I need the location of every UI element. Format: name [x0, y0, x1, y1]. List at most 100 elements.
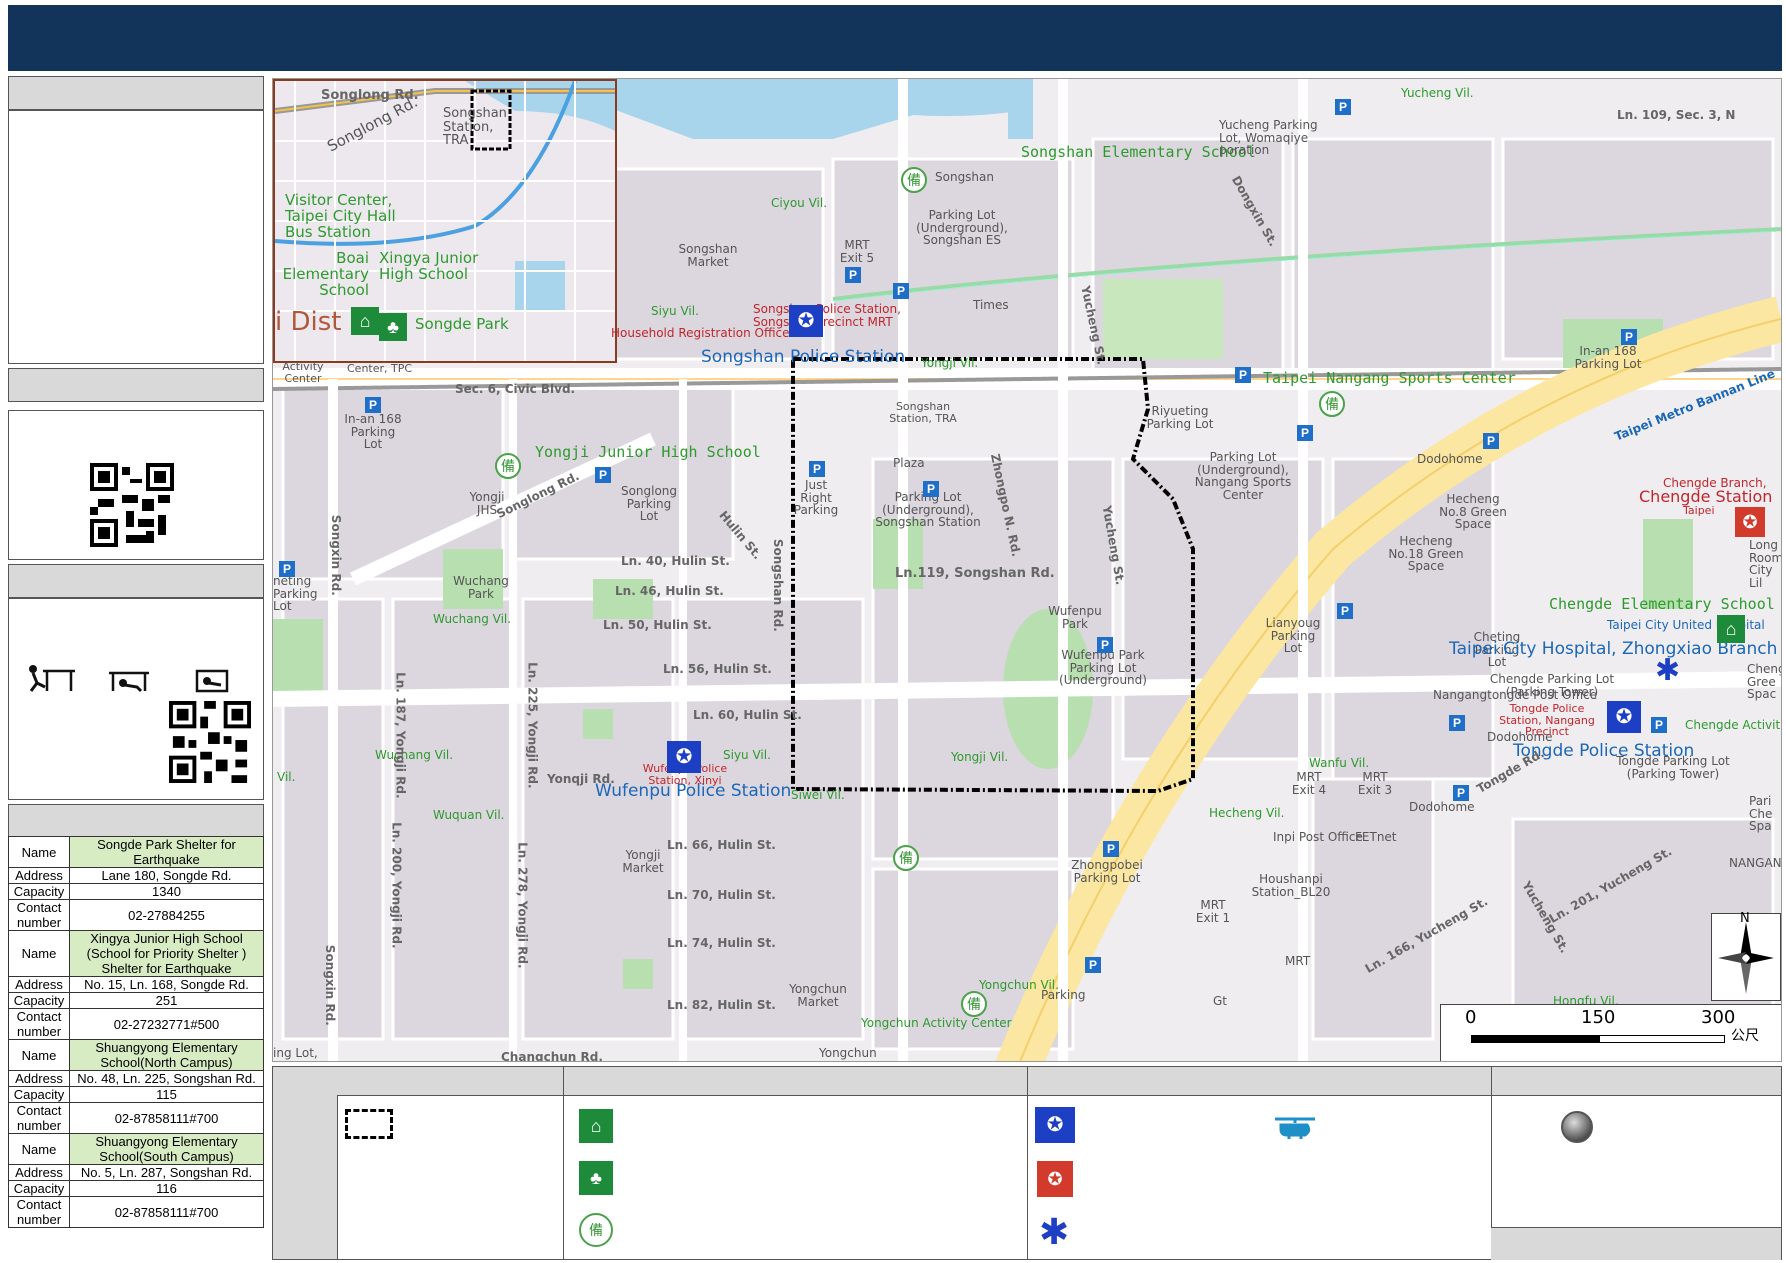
- map-label: Zhongpobei Parking Lot: [1071, 858, 1143, 885]
- map-label: Yucheng Parking Lot, Womaqiye poration: [1219, 118, 1318, 158]
- shelter-contact-label: Contact number: [8, 1196, 70, 1228]
- table-row: Contact number 02-27232771#500: [8, 1008, 264, 1040]
- map-label: Hecheng No.8 Green Space: [1439, 492, 1507, 532]
- police-icon[interactable]: ✪: [1607, 701, 1641, 733]
- parking-icon[interactable]: P: [1085, 957, 1101, 973]
- parking-icon[interactable]: P: [365, 397, 381, 413]
- map-label: MRT Exit 3: [1357, 770, 1393, 797]
- parking-icon[interactable]: P: [845, 267, 861, 283]
- fire-station-icon[interactable]: ✪: [1735, 507, 1765, 537]
- table-row: Name Xingya Junior High School (School fo…: [8, 930, 264, 977]
- parking-icon[interactable]: P: [1335, 99, 1351, 115]
- parking-icon[interactable]: P: [923, 481, 939, 497]
- inset-songde-label: Songde Park: [415, 315, 509, 333]
- boundary-icon: [345, 1109, 393, 1139]
- map-label: Chengde Elementary School: [1549, 595, 1775, 613]
- panel-drill: [8, 598, 264, 800]
- panel-header-3: [8, 564, 264, 598]
- legend-divider: [563, 1067, 564, 1259]
- helicopter-icon: [1275, 1117, 1315, 1139]
- parking-icon[interactable]: P: [1453, 785, 1469, 801]
- panel-header-1: [8, 76, 264, 110]
- shelter-contact: 02-27884255: [69, 899, 264, 931]
- map-label: Yongji Junior High School: [535, 443, 761, 461]
- road-label: Songlong Rd.: [321, 88, 419, 103]
- parking-icon[interactable]: P: [1337, 603, 1353, 619]
- map-label: Wuchang Vil.: [433, 612, 512, 626]
- map-label: Cheng Gree Spac: [1747, 662, 1782, 702]
- hospital-icon[interactable]: ✱: [1655, 653, 1680, 688]
- map-label: MRT Exit 1: [1195, 898, 1231, 925]
- table-row: Name Shuangyong Elementary School(North C…: [8, 1039, 264, 1071]
- parking-icon[interactable]: P: [1651, 717, 1667, 733]
- shelter-contact: 02-87858111#700: [69, 1102, 264, 1134]
- map-label: Times: [973, 298, 1009, 312]
- parking-icon[interactable]: P: [1297, 425, 1313, 441]
- parking-icon[interactable]: P: [1621, 329, 1637, 345]
- parking-icon[interactable]: P: [1483, 433, 1499, 449]
- map-label: NANGAN: [1729, 856, 1782, 870]
- map-label: Wuquan Vil.: [433, 808, 505, 822]
- hospital-icon: ✱: [1039, 1211, 1070, 1252]
- shelter-address: No. 48, Ln. 225, Songshan Rd.: [69, 1070, 264, 1087]
- shelter-address: No. 15, Ln. 168, Songde Rd.: [69, 976, 264, 993]
- parking-icon[interactable]: P: [1449, 715, 1465, 731]
- road-label: Ln. 60, Hulin St.: [693, 708, 802, 722]
- map-label: Hecheng No.18 Green Space: [1388, 534, 1464, 574]
- panel-qr: [8, 410, 264, 560]
- map-label: Wufenpu Park: [1048, 604, 1102, 631]
- parking-icon[interactable]: P: [1097, 637, 1113, 653]
- map-label: Ciyou Vil.: [771, 196, 828, 210]
- police-icon[interactable]: ✪: [789, 305, 823, 337]
- shelter-contact: 02-87858111#700: [69, 1196, 264, 1228]
- inset-visitor-label: Visitor Center, Taipei City Hall Bus Sta…: [285, 191, 396, 241]
- police-icon[interactable]: ✪: [667, 741, 701, 773]
- map-label: Yongchun: [819, 1046, 877, 1060]
- parking-icon[interactable]: P: [1103, 841, 1119, 857]
- parking-icon[interactable]: P: [893, 283, 909, 299]
- map-view[interactable]: Songlong Rd. Songshan Station, TRA Visit…: [272, 78, 1782, 1062]
- table-row: Address No. 15, Ln. 168, Songde Rd.: [8, 976, 264, 993]
- road-label: Ln. 40, Hulin St.: [621, 554, 730, 568]
- police-label: Tongde Police Station: [1513, 741, 1695, 761]
- qr-code-icon[interactable]: [169, 701, 251, 783]
- road-label: Ln. 109, Sec. 3, N: [1617, 108, 1736, 122]
- parking-icon[interactable]: P: [595, 467, 611, 483]
- road-label: Ln. 200, Yongji Rd.: [389, 822, 404, 949]
- evacuation-icon[interactable]: ♣: [379, 313, 407, 341]
- road-label: Ln. 82, Hulin St.: [667, 998, 776, 1012]
- bei-icon[interactable]: 備: [495, 453, 521, 479]
- map-label: Wuchang Park: [453, 574, 509, 601]
- table-row: Capacity 1340: [8, 883, 264, 900]
- map-label: Center, TPC: [347, 362, 413, 375]
- map-label: In-an 168 Parking Lot: [344, 412, 402, 452]
- qr-code-icon[interactable]: [90, 463, 174, 547]
- left-panel: Name Songde Park Shelter for Earthquake Ad…: [8, 76, 264, 1259]
- panel-header-4: [8, 804, 264, 838]
- table-row: Address No. 5, Ln. 287, Songshan Rd.: [8, 1164, 264, 1181]
- bei-icon[interactable]: 備: [901, 167, 927, 193]
- bei-icon[interactable]: 備: [961, 991, 987, 1017]
- parking-icon[interactable]: P: [279, 561, 295, 577]
- police-label: Songshan Police Station: [701, 347, 906, 367]
- panel-description: [8, 110, 264, 364]
- map-label: Houshanpi Station_BL20: [1251, 872, 1331, 899]
- drop-icon: [29, 665, 75, 692]
- shelter-icon[interactable]: ⌂: [351, 307, 379, 335]
- shelter-capacity: 1340: [69, 883, 264, 900]
- bei-icon[interactable]: 備: [893, 845, 919, 871]
- shelter-name-label: Name: [8, 930, 70, 977]
- road-label: Songxin Rd.: [322, 944, 337, 1026]
- bei-icon[interactable]: 備: [1319, 391, 1345, 417]
- map-label: Siyu Vil.: [723, 748, 771, 762]
- shelter-icon[interactable]: ⌂: [1717, 615, 1745, 643]
- road-label: Ln. 74, Hulin St.: [667, 936, 776, 950]
- parking-icon[interactable]: P: [809, 461, 825, 477]
- map-label: Siyu Vil.: [651, 304, 699, 318]
- map-label: Hecheng Vil.: [1209, 806, 1285, 820]
- police-icon: ✪: [1035, 1107, 1075, 1143]
- road-label: Ln. 187, Yongji Rd.: [393, 672, 408, 799]
- bei-icon: 備: [579, 1213, 613, 1247]
- parking-icon[interactable]: P: [1235, 367, 1251, 383]
- shelter-contact: 02-27232771#500: [69, 1008, 264, 1040]
